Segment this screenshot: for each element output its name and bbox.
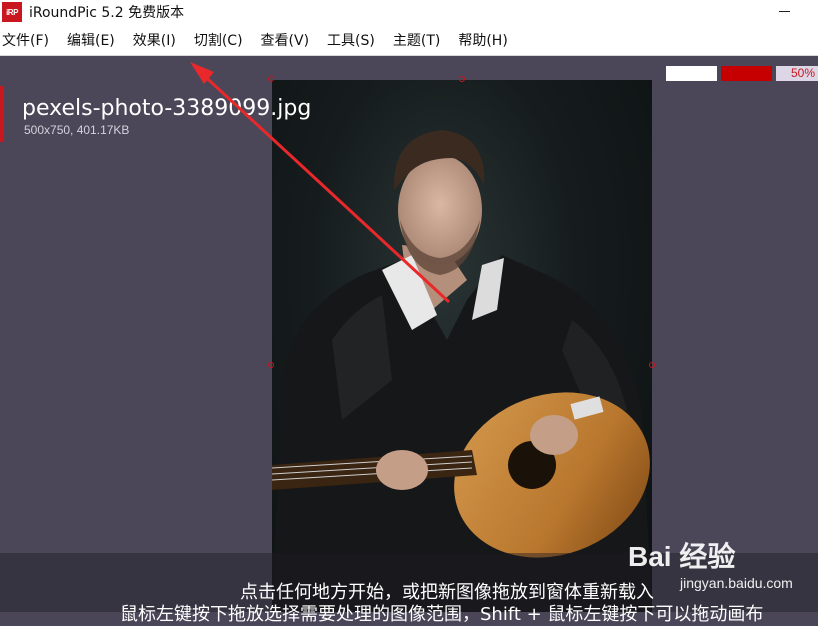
background-color-swatch-red[interactable] xyxy=(721,66,772,81)
file-info: 500x750, 401.17KB xyxy=(24,123,130,137)
selection-handle-tl[interactable] xyxy=(268,76,274,82)
menu-bar: 文件(F) 编辑(E) 效果(I) 切割(C) 查看(V) 工具(S) 主题(T… xyxy=(0,24,818,56)
menu-cut[interactable]: 切割(C) xyxy=(194,30,243,50)
menu-tools[interactable]: 工具(S) xyxy=(327,30,375,50)
menu-help[interactable]: 帮助(H) xyxy=(458,30,507,50)
baidu-watermark-url: jingyan.baidu.com xyxy=(680,575,793,591)
minimize-icon[interactable] xyxy=(779,11,790,12)
file-active-indicator xyxy=(0,86,4,142)
selection-handle-ml[interactable] xyxy=(268,362,274,368)
hint-line-2: 鼠标左键按下拖放选择需要处理的图像范围，Shift + 鼠标左键按下可以拖动画布 xyxy=(120,604,764,625)
selection-handle-tm[interactable] xyxy=(459,76,465,82)
zoom-level[interactable]: 50% xyxy=(776,66,818,81)
menu-edit[interactable]: 编辑(E) xyxy=(67,30,115,50)
title-bar: iRP iRoundPic 5.2 免费版本 xyxy=(0,0,818,24)
background-color-swatch-white[interactable] xyxy=(666,66,717,81)
menu-view[interactable]: 查看(V) xyxy=(261,30,310,50)
window-title: iRoundPic 5.2 免费版本 xyxy=(29,5,185,21)
menu-theme[interactable]: 主题(T) xyxy=(393,30,440,50)
photo-illustration xyxy=(272,130,652,612)
selection-handle-mr[interactable] xyxy=(649,362,655,368)
file-name: pexels-photo-3389099.jpg xyxy=(22,96,312,121)
image-preview[interactable] xyxy=(272,80,652,612)
menu-effects[interactable]: 效果(I) xyxy=(133,30,176,50)
app-logo-icon: iRP xyxy=(2,2,22,22)
baidu-watermark-logo: Bai 经验 xyxy=(628,541,736,572)
menu-file[interactable]: 文件(F) xyxy=(2,30,49,50)
